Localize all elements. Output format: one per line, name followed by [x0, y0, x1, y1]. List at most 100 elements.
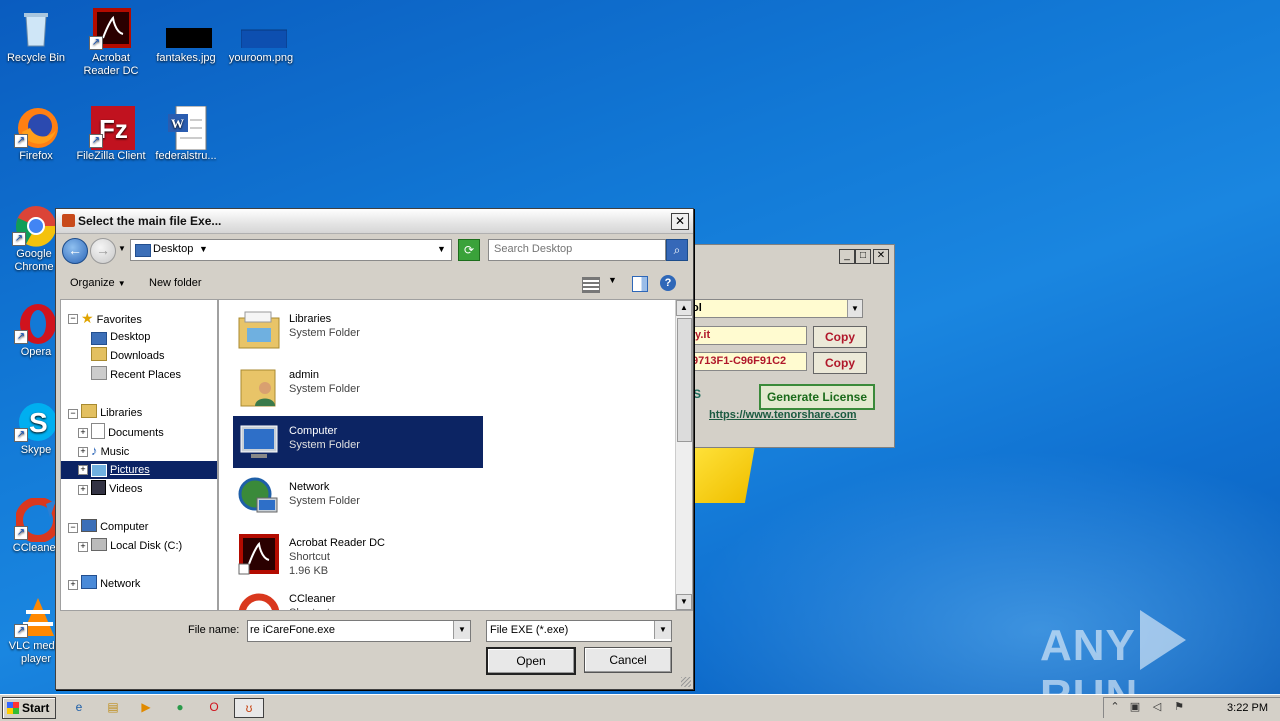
back-button[interactable]: ←: [62, 238, 88, 264]
tree-item-network[interactable]: Network: [81, 575, 140, 593]
refresh-icon[interactable]: ⟳: [458, 239, 480, 261]
breadcrumb-chevron-icon[interactable]: ▼: [199, 244, 208, 254]
tree-item-documents[interactable]: Documents: [91, 423, 164, 441]
volume-icon[interactable]: ◁: [1150, 701, 1164, 714]
explorer-icon[interactable]: ▤: [102, 698, 124, 716]
tree-item-pictures[interactable]: + Pictures: [61, 461, 217, 479]
icon-label: federalstru...: [155, 150, 217, 162]
collapse-icon[interactable]: −: [68, 523, 78, 533]
minimize-button[interactable]: _: [839, 249, 855, 264]
expand-icon[interactable]: +: [78, 485, 88, 495]
tenorshare-link[interactable]: https://www.tenorshare.com: [709, 409, 857, 421]
list-item-ccleaner-shortcut[interactable]: CCleaner Shortcut: [233, 588, 483, 610]
scroll-up-icon[interactable]: ▲: [676, 300, 692, 316]
file-type-filter[interactable]: File EXE (*.exe) ▼: [486, 620, 672, 642]
file-name-input[interactable]: [248, 621, 450, 639]
tree-item-videos[interactable]: Videos: [91, 480, 143, 498]
shortcut-arrow-icon: ↗: [14, 526, 28, 540]
license-key-field[interactable]: 9713F1-C96F91C2: [689, 352, 807, 371]
list-item-computer[interactable]: Computer System Folder: [233, 416, 483, 468]
search-icon[interactable]: ⌕: [666, 239, 688, 261]
desktop-icon-recycle-bin[interactable]: Recycle Bin: [0, 8, 74, 65]
tenorshare-app-icon[interactable]: ʊ: [234, 698, 264, 718]
list-item-acrobat-shortcut[interactable]: Acrobat Reader DC Shortcut 1.96 KB: [233, 528, 483, 584]
search-input[interactable]: [489, 240, 662, 258]
tree-item-music[interactable]: ♪ Music: [91, 442, 129, 460]
organize-button[interactable]: Organize ▼: [70, 277, 126, 289]
resize-grip[interactable]: [681, 677, 691, 687]
file-name: CCleaner: [289, 593, 336, 605]
app-icon: [62, 214, 75, 227]
tree-item-computer[interactable]: Computer: [81, 518, 148, 536]
help-icon[interactable]: ?: [660, 275, 676, 291]
expand-icon[interactable]: +: [78, 428, 88, 438]
collapse-icon[interactable]: −: [68, 409, 78, 419]
internet-explorer-icon[interactable]: e: [68, 698, 90, 716]
views-dropdown-icon[interactable]: ▼: [608, 275, 617, 285]
tree-item-desktop[interactable]: Desktop: [91, 328, 150, 346]
search-field[interactable]: [488, 239, 666, 261]
desktop-icon-filezilla[interactable]: Fz ↗ FileZilla Client: [73, 106, 149, 163]
copy-email-button[interactable]: Copy: [813, 326, 867, 348]
list-item-network[interactable]: Network System Folder: [233, 472, 483, 524]
taskbar: Start e ▤ ▶ ● O ʊ ⌃ ▣ ◁ ⚑ 3:22 PM: [0, 694, 1280, 721]
forward-button[interactable]: →: [90, 238, 116, 264]
expand-icon[interactable]: +: [78, 465, 88, 475]
tree-item-favorites[interactable]: ★ Favorites: [81, 309, 142, 327]
shortcut-arrow-icon: ↗: [89, 134, 103, 148]
desktop-icon-fantakes[interactable]: fantakes.jpg: [148, 8, 224, 65]
chevron-down-icon[interactable]: ▼: [847, 300, 862, 317]
icon-label: Recycle Bin: [6, 52, 66, 64]
user-folder-icon: [240, 369, 276, 407]
breadcrumb[interactable]: Desktop: [153, 243, 193, 255]
preview-pane-icon[interactable]: [632, 276, 648, 292]
action-center-flag-icon[interactable]: ⚑: [1172, 701, 1186, 714]
list-item-admin[interactable]: admin System Folder: [233, 360, 483, 412]
opera-icon[interactable]: O: [203, 698, 225, 716]
address-bar[interactable]: Desktop ▼ ▼: [130, 239, 452, 261]
clock[interactable]: 3:22 PM: [1227, 702, 1268, 714]
generate-license-button[interactable]: Generate License: [759, 384, 875, 410]
desktop-icon-youroom[interactable]: youroom.png: [223, 8, 299, 65]
wallpaper-shape: [684, 445, 756, 503]
tree-item-local-disk[interactable]: Local Disk (C:): [91, 537, 182, 555]
cancel-button[interactable]: Cancel: [584, 647, 672, 673]
scroll-thumb[interactable]: [677, 318, 692, 442]
views-icon[interactable]: [582, 277, 600, 293]
collapse-icon[interactable]: −: [68, 314, 78, 324]
expand-icon[interactable]: +: [68, 580, 78, 590]
scroll-down-icon[interactable]: ▼: [676, 594, 692, 610]
desktop-icon-firefox[interactable]: ↗ Firefox: [0, 106, 74, 163]
image-thumbnail-icon: [240, 8, 288, 53]
new-folder-button[interactable]: New folder: [149, 277, 202, 289]
start-button[interactable]: Start: [2, 697, 56, 719]
tree-item-downloads[interactable]: Downloads: [91, 347, 164, 365]
copy-key-button[interactable]: Copy: [813, 352, 867, 374]
recent-pages-chevron-icon[interactable]: ▼: [118, 244, 126, 253]
show-hidden-icons-icon[interactable]: ⌃: [1108, 701, 1122, 714]
expand-icon[interactable]: +: [78, 542, 88, 552]
close-button[interactable]: ✕: [873, 249, 889, 264]
address-dropdown-icon[interactable]: ▼: [437, 244, 446, 254]
list-item-libraries[interactable]: Libraries System Folder: [233, 304, 483, 356]
media-player-icon[interactable]: ▶: [135, 698, 157, 716]
expand-icon[interactable]: +: [78, 447, 88, 457]
close-button[interactable]: ✕: [671, 213, 689, 230]
ccleaner-icon: ↗: [14, 497, 61, 543]
product-dropdown[interactable]: ol ▼: [689, 299, 863, 318]
tree-item-libraries[interactable]: Libraries: [81, 404, 142, 422]
chrome-icon[interactable]: ●: [169, 698, 191, 716]
maximize-button[interactable]: □: [855, 249, 871, 264]
file-name-combobox[interactable]: ▼: [247, 620, 471, 642]
desktop-icon-acrobat[interactable]: ↗ Acrobat Reader DC: [73, 8, 149, 78]
network-status-icon[interactable]: ▣: [1128, 701, 1142, 714]
tree-item-recent-places[interactable]: Recent Places: [91, 366, 181, 384]
network-icon: [81, 575, 97, 589]
open-button[interactable]: Open: [486, 647, 576, 675]
email-field[interactable]: ly.it: [689, 326, 807, 345]
file-size: 1.96 KB: [289, 565, 329, 577]
chevron-down-icon[interactable]: ▼: [654, 621, 671, 639]
chevron-down-icon[interactable]: ▼: [453, 621, 470, 639]
vertical-scrollbar[interactable]: ▲ ▼: [675, 300, 692, 610]
desktop-icon-word-doc[interactable]: W federalstru...: [148, 105, 224, 163]
